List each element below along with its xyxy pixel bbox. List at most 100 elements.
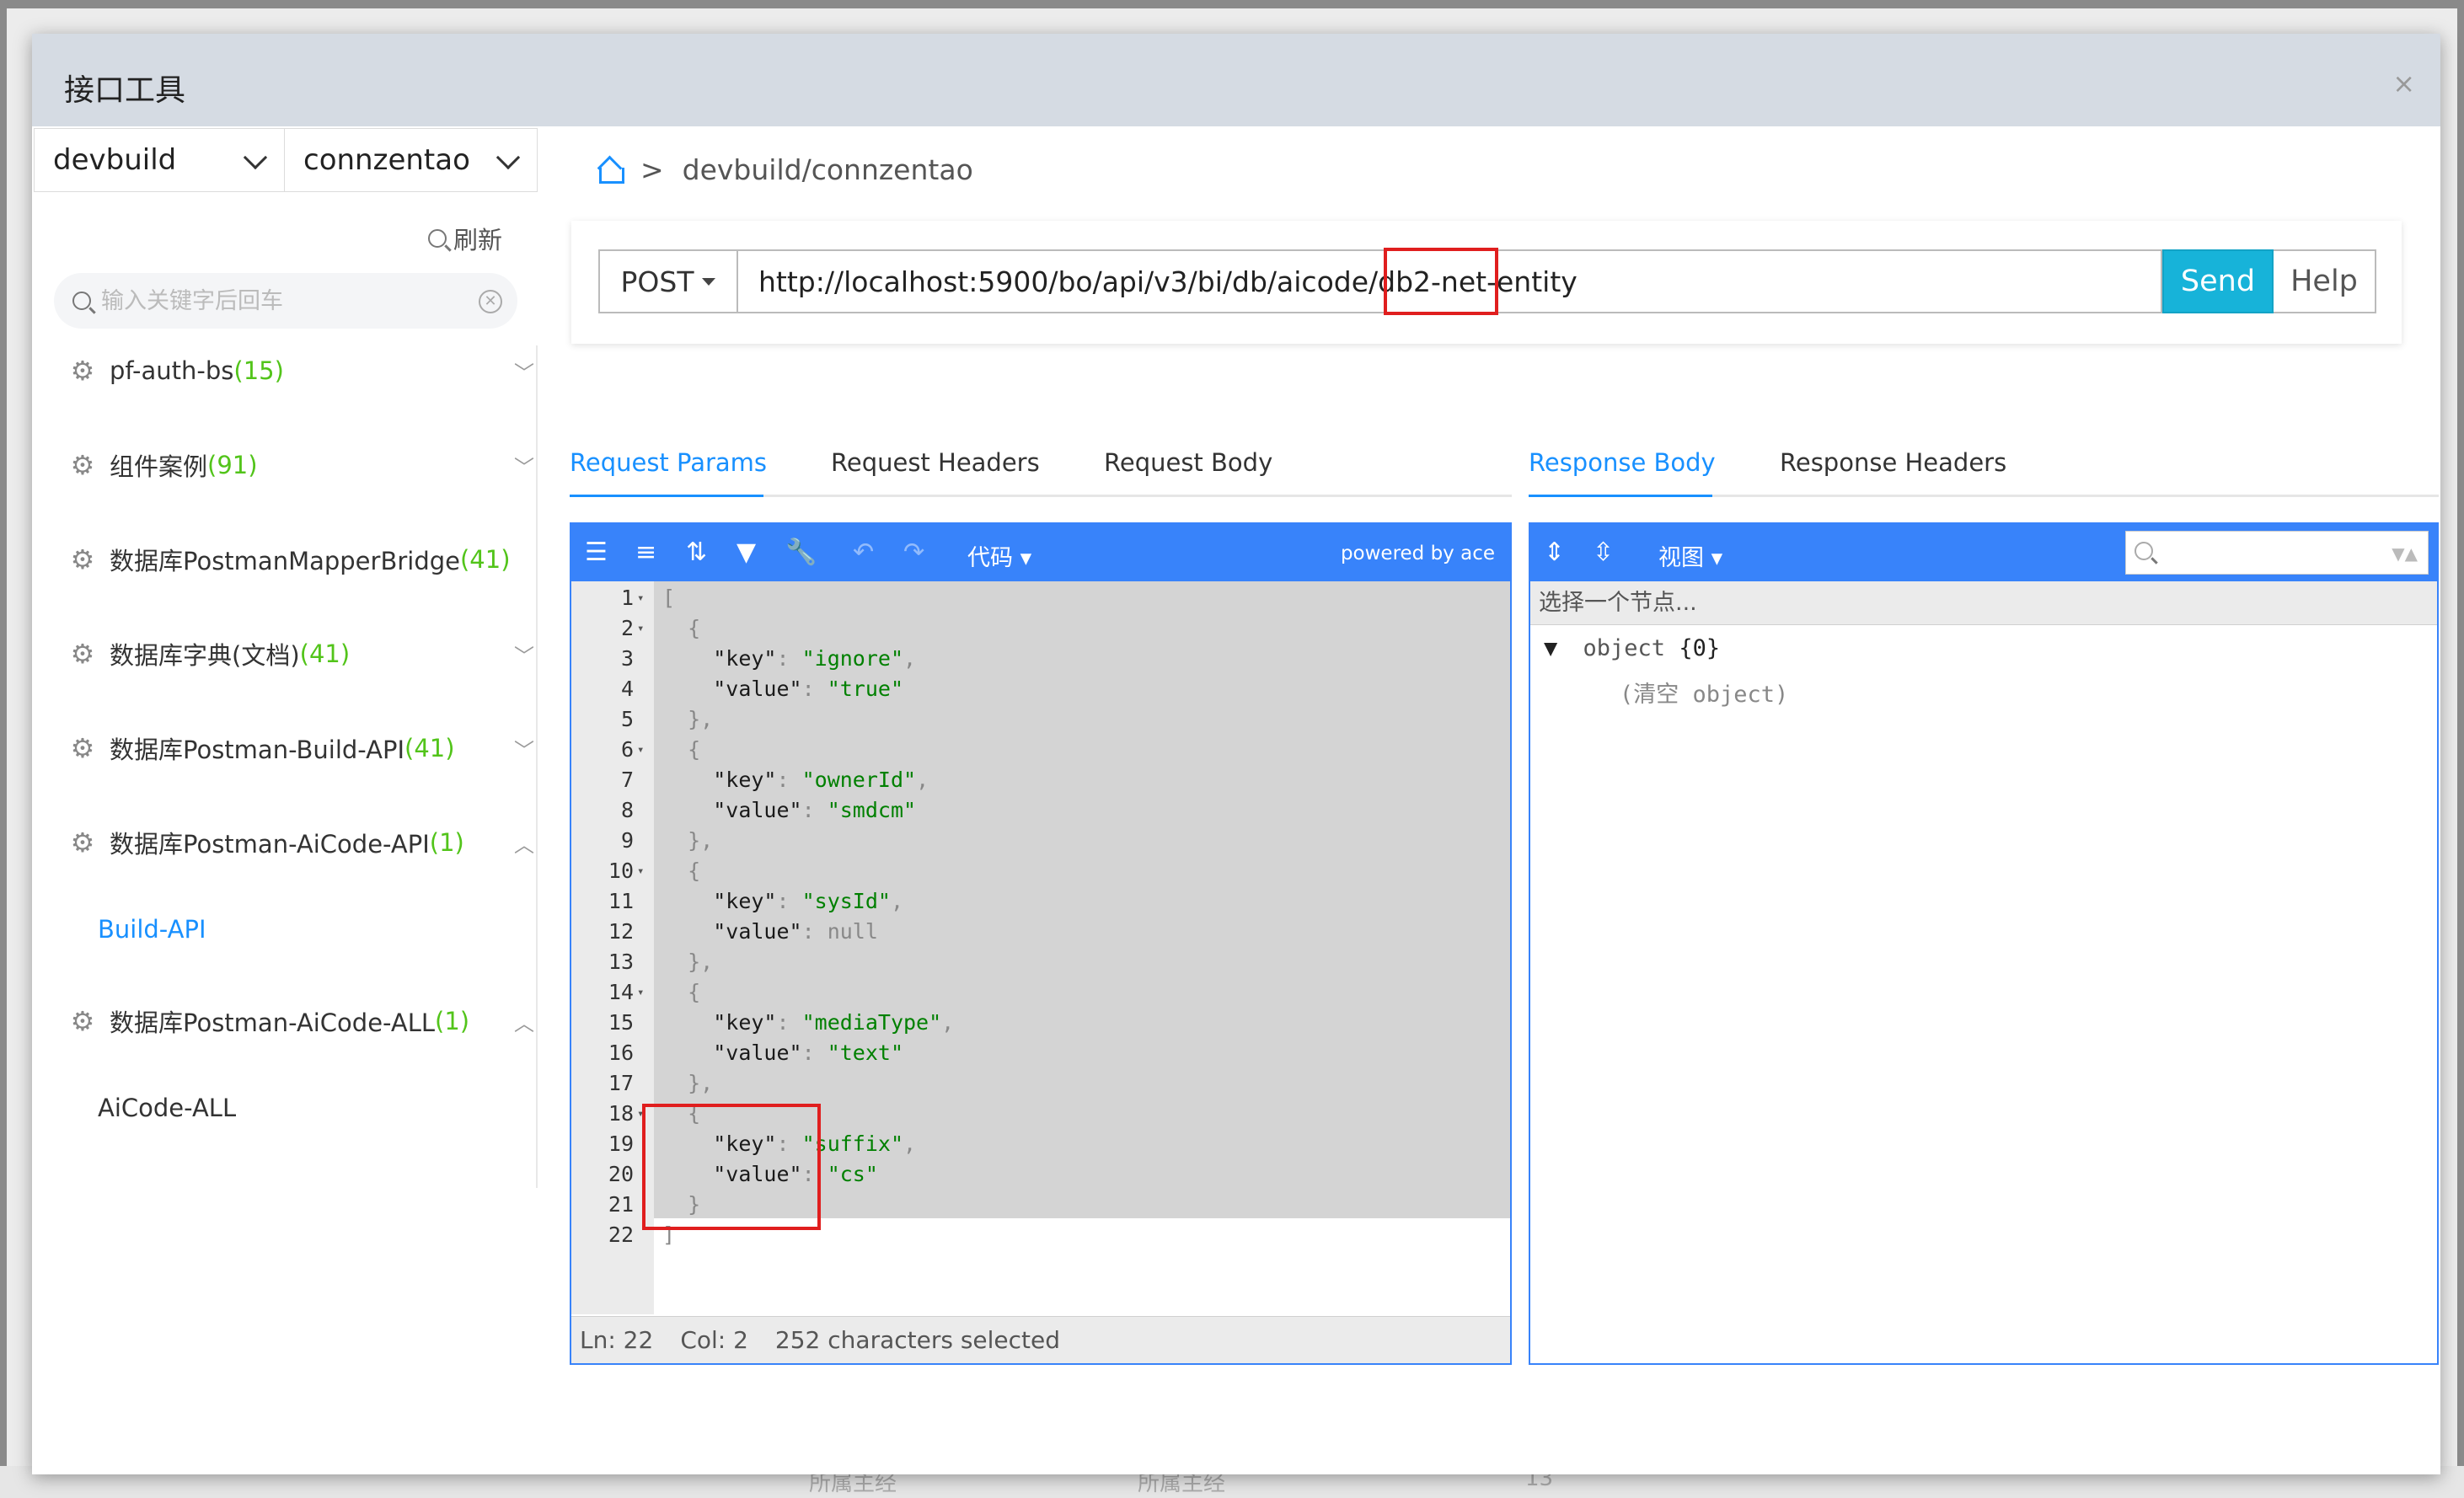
code-line: 8 "value": "smdcm" xyxy=(571,795,1510,826)
tree-item[interactable]: ⚙ pf-auth-bs (15) ﹀ xyxy=(69,345,541,396)
method-select[interactable]: POST xyxy=(598,249,738,313)
chevron-down-icon[interactable]: ﹀ xyxy=(514,356,534,386)
clear-icon[interactable]: ✕ xyxy=(479,290,502,313)
code-line: 11 "key": "sysId", xyxy=(571,886,1510,917)
undo-icon[interactable]: ↶ xyxy=(853,538,874,567)
filter-icon[interactable]: ▼ xyxy=(737,538,756,567)
params-editor: ☰ ≡ ⇅ ▼ 🔧 ↶ ↷ 代码 ▾ powered by ace 1 ▾[2 ▾ … xyxy=(570,522,1512,1365)
code-line: 12 "value": null xyxy=(571,917,1510,947)
status-selected: 252 characters selected xyxy=(774,1326,1061,1354)
tab-indicator xyxy=(570,495,763,497)
collapse-all-icon[interactable]: ⇳ xyxy=(1593,538,1614,567)
tab-request-params[interactable]: Request Params xyxy=(570,448,767,477)
line-number: 3 xyxy=(620,646,634,671)
code-line: 13 }, xyxy=(571,947,1510,977)
gear-icon: ⚙ xyxy=(70,1005,95,1037)
env-select[interactable]: devbuild xyxy=(34,128,285,192)
root-type: object xyxy=(1583,635,1666,661)
search-icon xyxy=(428,229,447,248)
compact-icon[interactable]: ≡ xyxy=(635,538,656,567)
home-icon[interactable] xyxy=(597,158,624,184)
line-number: 1 xyxy=(620,586,634,610)
view-select[interactable]: 视图 ▾ xyxy=(1658,539,1722,572)
code-line: 1 ▾ [ xyxy=(571,583,1510,613)
tab-response-body[interactable]: Response Body xyxy=(1529,448,1716,477)
mode-select[interactable]: 代码 ▾ xyxy=(967,539,1031,572)
code-line: 10 ▾ { xyxy=(571,856,1510,886)
tree-item-label: 数据库Postman-AiCode-API xyxy=(110,830,430,859)
highlight-box xyxy=(642,1104,821,1230)
code-text: "value": null xyxy=(713,919,878,944)
code-line: 16 "value": "text" xyxy=(571,1038,1510,1068)
env-select-value: devbuild xyxy=(53,143,177,177)
tree-item-count: (1) xyxy=(435,1007,470,1035)
search-icon xyxy=(2135,542,2153,560)
tree-item[interactable]: ⚙ 数据库Postman-AiCode-ALL (1) ︿ xyxy=(69,996,541,1046)
tab-request-body[interactable]: Request Body xyxy=(1104,448,1272,477)
search-nav-icon[interactable]: ▼▲ xyxy=(2392,543,2418,564)
tree-item[interactable]: ⚙ 数据库Postman-AiCode-API (1) ︿ xyxy=(69,817,541,868)
chevron-down-icon xyxy=(495,145,521,170)
editor-status-bar: Ln: 22 Col: 2 252 characters selected xyxy=(571,1316,1510,1363)
refresh-button[interactable]: 刷新 xyxy=(428,221,502,256)
line-number: 22 xyxy=(608,1222,634,1247)
tree-item-count: (1) xyxy=(429,828,464,857)
tab-response-headers[interactable]: Response Headers xyxy=(1780,448,2006,477)
fold-icon[interactable]: ▾ xyxy=(637,856,644,886)
chevron-up-icon[interactable]: ︿ xyxy=(514,828,534,858)
code-line: 2 ▾ { xyxy=(571,613,1510,644)
db-select[interactable]: connzentao xyxy=(285,128,538,192)
tree-item-label: 组件案例 xyxy=(110,452,208,481)
code-text: "value": "true" xyxy=(713,677,903,701)
line-number: 10 xyxy=(608,859,634,883)
tree-item[interactable]: ⚙ 数据库PostmanMapperBridge (41) xyxy=(69,534,541,585)
chevron-up-icon[interactable]: ︿ xyxy=(514,1007,534,1036)
chevron-down-icon[interactable]: ﹀ xyxy=(514,639,534,669)
chevron-down-icon xyxy=(243,145,268,170)
tree-item-label: 数据库字典(文档) xyxy=(110,641,300,670)
code-line: 7 "key": "ownerId", xyxy=(571,765,1510,795)
redo-icon[interactable]: ↷ xyxy=(903,538,924,567)
tree-child-aicode-all[interactable]: AiCode-ALL xyxy=(98,1094,236,1122)
code-text: { xyxy=(688,859,701,883)
gear-icon: ⚙ xyxy=(70,827,95,859)
sort-icon[interactable]: ⇅ xyxy=(686,538,707,567)
code-text: }, xyxy=(688,950,714,974)
line-number: 8 xyxy=(620,798,634,822)
fold-icon[interactable]: ▾ xyxy=(637,735,644,765)
tree-item[interactable]: ⚙ 数据库字典(文档) (41) ﹀ xyxy=(69,629,541,679)
tree-item[interactable]: ⚙ 组件案例 (91) ﹀ xyxy=(69,440,541,490)
powered-by: powered by ace xyxy=(1340,543,1495,564)
tree-item-count: (91) xyxy=(207,451,258,479)
tree-search-input[interactable] xyxy=(101,287,455,314)
chevron-down-icon[interactable]: ﹀ xyxy=(514,734,534,763)
wrench-icon[interactable]: 🔧 xyxy=(785,538,817,567)
line-number: 18 xyxy=(608,1101,634,1126)
gear-icon: ⚙ xyxy=(70,732,95,764)
fold-icon[interactable]: ▾ xyxy=(637,613,644,644)
code-text: "value": "text" xyxy=(713,1041,903,1065)
line-number: 9 xyxy=(620,828,634,853)
view-label: 视图 xyxy=(1658,545,1704,571)
send-button[interactable]: Send xyxy=(2162,249,2274,313)
mode-label: 代码 xyxy=(967,545,1013,571)
viewer-search-input[interactable]: ▼▲ xyxy=(2125,531,2429,575)
tree-child-build-api[interactable]: Build-API xyxy=(98,915,206,944)
expand-all-icon[interactable]: ⇕ xyxy=(1544,538,1565,567)
method-value: POST xyxy=(620,265,694,298)
fold-icon[interactable]: ▾ xyxy=(637,977,644,1008)
help-button[interactable]: Help xyxy=(2274,249,2376,313)
format-icon[interactable]: ☰ xyxy=(585,538,608,567)
expand-triangle-icon[interactable]: ▼ xyxy=(1544,635,1557,661)
search-icon xyxy=(72,292,91,310)
line-number: 5 xyxy=(620,707,634,731)
status-col: Col: 2 xyxy=(680,1326,748,1354)
tab-request-headers[interactable]: Request Headers xyxy=(831,448,1040,477)
tree-root-node[interactable]: ▼ object {0} xyxy=(1544,635,1720,661)
chevron-down-icon[interactable]: ﹀ xyxy=(514,451,534,480)
code-text: "key": "mediaType", xyxy=(713,1010,955,1035)
tree-item-count: (41) xyxy=(404,734,455,762)
tree-item[interactable]: ⚙ 数据库Postman-Build-API (41) ﹀ xyxy=(69,723,541,773)
close-icon[interactable]: × xyxy=(2392,67,2415,99)
fold-icon[interactable]: ▾ xyxy=(637,583,644,613)
